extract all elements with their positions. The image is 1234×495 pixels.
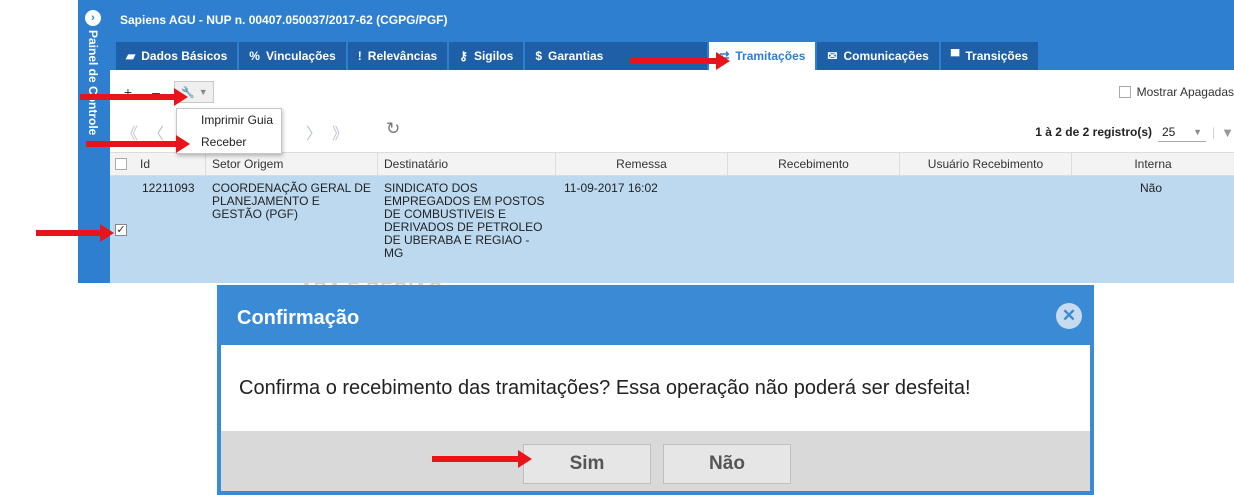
table-row[interactable]: ✓ 12211093 COORDENAÇÃO GERAL DE PLANEJAM… (110, 176, 1234, 283)
toolbar: + – 🔧 ▼ Mostrar Apagadas (110, 78, 1234, 106)
tools-dropdown-menu: Imprimir Guia Receber (176, 108, 282, 154)
column-usuario-recebimento[interactable]: Usuário Recebimento (900, 153, 1072, 175)
tab-vinculacoes[interactable]: % Vinculações (239, 42, 346, 70)
expand-panel-icon[interactable]: › (85, 10, 101, 26)
cell-id: 12211093 (142, 181, 195, 195)
page-size-select[interactable]: 25 ▼ (1158, 122, 1206, 142)
tab-sigilos[interactable]: ⚷ Sigilos (449, 42, 524, 70)
column-interna[interactable]: Interna (1072, 153, 1234, 175)
tab-label: Vinculações (265, 49, 336, 63)
column-setor-origem[interactable]: Setor Origem (206, 153, 378, 175)
annotation-arrow-icon (432, 450, 532, 468)
dialog-title: Confirmação (237, 307, 360, 329)
close-icon[interactable]: ✕ (1056, 303, 1082, 329)
envelope-icon: ✉ (827, 49, 838, 63)
link-icon: % (249, 49, 260, 63)
show-deleted-label: Mostrar Apagadas (1136, 85, 1234, 99)
confirmation-dialog: Confirmação ✕ Confirma o recebimento das… (217, 285, 1094, 495)
records-info: 1 à 2 de 2 registro(s) 25 ▼ | ▼ (1035, 122, 1234, 142)
select-all-checkbox[interactable] (115, 158, 127, 170)
tab-label: Dados Básicos (141, 49, 228, 63)
title-bar: Sapiens AGU - NUP n. 00407.050037/2017-6… (110, 0, 1234, 40)
separator: | (1212, 125, 1216, 139)
tab-dados-basicos[interactable]: ▰ Dados Básicos (116, 42, 238, 70)
tab-label: Transições (965, 49, 1029, 63)
tab-comunicacoes[interactable]: ✉ Comunicações (817, 42, 939, 70)
annotation-arrow-icon (36, 224, 114, 242)
cell-destinatario: SINDICATO DOS EMPREGADOS EM POSTOS DE CO… (384, 181, 545, 260)
book-icon: ▰ (126, 49, 136, 63)
cell-interna: Não (1140, 181, 1163, 195)
column-id[interactable]: Id (134, 153, 206, 175)
menu-item-imprimir-guia[interactable]: Imprimir Guia (177, 109, 281, 131)
annotation-arrow-icon (80, 88, 188, 106)
tab-label: Comunicações (843, 49, 929, 63)
tab-label: Tramitações (735, 49, 806, 63)
tab-label: Relevâncias (367, 49, 438, 63)
next-page-icon[interactable]: 〉 (306, 120, 322, 144)
exclamation-icon: ! (357, 49, 362, 63)
tab-label: Sigilos (473, 49, 514, 63)
dialog-footer: Sim Não (221, 431, 1090, 491)
column-remessa[interactable]: Remessa (556, 153, 728, 175)
records-count: 1 à 2 de 2 registro(s) (1035, 125, 1152, 139)
key-icon: ⚷ (459, 49, 468, 63)
last-page-icon[interactable]: 》 (332, 120, 348, 144)
filter-icon[interactable]: ▼ (1221, 125, 1234, 140)
refresh-icon[interactable]: ↻ (386, 119, 400, 139)
page-size-value: 25 (1162, 124, 1176, 139)
no-button[interactable]: Não (663, 444, 791, 484)
menu-item-receber[interactable]: Receber (177, 131, 281, 153)
dialog-header: Confirmação ✕ (221, 289, 1090, 345)
dialog-message: Confirma o recebimento das tramitações? … (239, 377, 971, 399)
grid-header: Id Setor Origem Destinatário Remessa Rec… (110, 152, 1234, 176)
tab-label: Garantias (548, 49, 604, 63)
window-title: Sapiens AGU - NUP n. 00407.050037/2017-6… (120, 13, 448, 27)
show-deleted-toggle[interactable]: Mostrar Apagadas (1118, 85, 1234, 99)
annotation-arrow-icon (86, 135, 190, 153)
tabs: ▰ Dados Básicos % Vinculações ! Relevâncias… (116, 42, 1040, 70)
yes-button[interactable]: Sim (523, 444, 651, 484)
column-recebimento[interactable]: Recebimento (728, 153, 900, 175)
column-destinatario[interactable]: Destinatário (378, 153, 556, 175)
cell-remessa: 11-09-2017 16:02 (564, 181, 658, 195)
annotation-arrow-icon (630, 52, 730, 70)
tab-transicoes[interactable]: ▀ Transições (940, 42, 1039, 70)
tab-relevancias[interactable]: ! Relevâncias (347, 42, 448, 70)
row-checkbox[interactable]: ✓ (115, 224, 127, 236)
show-deleted-checkbox[interactable] (1118, 86, 1131, 98)
tab-garantias[interactable]: $ Garantias (525, 42, 708, 70)
dollar-icon: $ (535, 49, 542, 63)
archive-icon: ▀ (950, 49, 960, 63)
chevron-down-icon: ▼ (1193, 126, 1202, 137)
chevron-down-icon: ▼ (198, 87, 208, 97)
cell-setor-origem: COORDENAÇÃO GERAL DE PLANEJAMENTO E GEST… (212, 181, 371, 221)
